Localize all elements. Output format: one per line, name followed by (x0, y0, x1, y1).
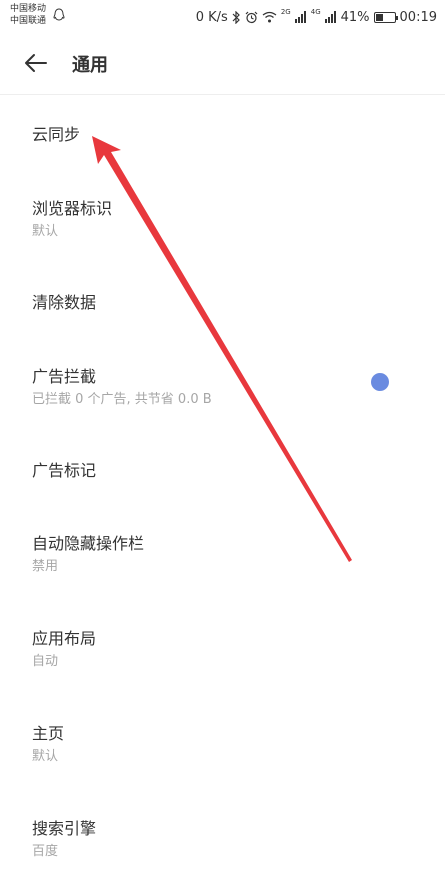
touch-indicator-dot (371, 373, 389, 391)
setting-label: 自动隐藏操作栏 (32, 534, 145, 553)
arrow-left-icon (25, 54, 47, 72)
setting-auto-hide-toolbar[interactable]: 自动隐藏操作栏 禁用 (0, 525, 445, 605)
setting-label: 主页 (32, 724, 65, 743)
bluetooth-icon (232, 10, 240, 24)
signal-sim2-icon (324, 11, 336, 23)
setting-ad-mark[interactable]: 广告标记 (0, 447, 445, 527)
setting-label: 搜索引擎 (32, 819, 97, 838)
sim1-network-type: 2G (280, 8, 291, 16)
alarm-icon (245, 11, 258, 23)
setting-clear-data[interactable]: 清除数据 (0, 275, 445, 355)
setting-value: 禁用 (32, 559, 59, 574)
signal-sim1-icon (294, 11, 306, 23)
setting-label: 应用布局 (32, 629, 97, 648)
battery-fill (375, 13, 383, 21)
wifi-icon (262, 11, 277, 23)
qq-notification-icon (53, 8, 65, 21)
sim2-network-type: 4G (310, 8, 321, 16)
app-header: 通用 (0, 34, 445, 95)
back-button[interactable] (20, 48, 52, 78)
clock: 00:19 (399, 9, 437, 25)
setting-label: 广告拦截 (32, 367, 97, 386)
setting-ad-block[interactable]: 广告拦截 已拦截 0 个广告, 共节省 0.0 B (0, 357, 445, 437)
carrier-1: 中国移动 (10, 4, 47, 14)
setting-value: 百度 (32, 844, 59, 859)
battery-icon (373, 11, 398, 23)
battery-percent: 41% (340, 9, 370, 25)
carrier-2: 中国联通 (10, 16, 47, 26)
setting-label: 清除数据 (32, 293, 97, 312)
setting-label: 云同步 (32, 125, 81, 144)
status-bar: 中国移动 中国联通 0 K/s 2G 4G 41% 00:19 (0, 0, 445, 34)
carrier-info: 中国移动 中国联通 (10, 3, 46, 27)
setting-value: 默认 (32, 749, 59, 764)
setting-label: 广告标记 (32, 461, 97, 480)
setting-label: 浏览器标识 (32, 199, 113, 218)
page-title: 通用 (72, 55, 108, 76)
setting-app-layout[interactable]: 应用布局 自动 (0, 620, 445, 700)
setting-search-engine[interactable]: 搜索引擎 百度 (0, 810, 445, 890)
setting-homepage[interactable]: 主页 默认 (0, 715, 445, 795)
setting-value: 已拦截 0 个广告, 共节省 0.0 B (32, 392, 212, 407)
net-speed: 0 K/s (195, 9, 228, 25)
setting-value: 默认 (32, 224, 59, 239)
setting-value: 自动 (32, 654, 59, 669)
status-right: 0 K/s 2G 4G 41% 00:19 (196, 8, 437, 26)
setting-browser-ua[interactable]: 浏览器标识 默认 (0, 185, 445, 265)
setting-cloud-sync[interactable]: 云同步 (0, 95, 445, 175)
